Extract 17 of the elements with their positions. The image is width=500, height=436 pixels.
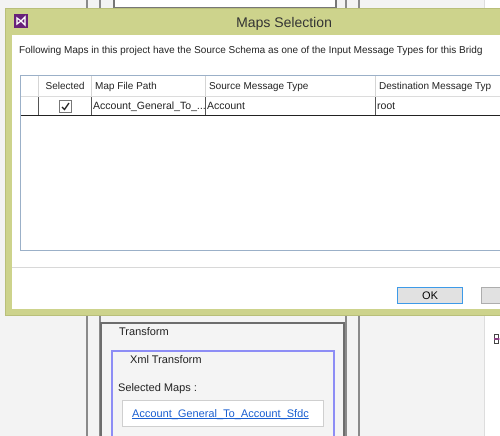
stage-title: Transform (119, 326, 169, 338)
column-header[interactable]: Source Message Type (206, 76, 376, 96)
table-cell: Account (206, 97, 376, 115)
message-text: Following Maps in this project have the Source Schema as one of the Input Message Types for this Bridg (19, 45, 482, 56)
checkbox[interactable] (59, 100, 72, 112)
step-title: Xml Transform (130, 354, 202, 366)
column-header[interactable]: Selected (39, 76, 92, 96)
column-header[interactable]: Map File Path (92, 76, 206, 96)
selected-maps-label: Selected Maps : (118, 382, 197, 394)
table-cell: Account_General_To_... (92, 97, 206, 115)
ok-button[interactable]: OK (397, 287, 463, 304)
window-title: Maps Selection (236, 14, 332, 30)
map-link[interactable]: Account_General_To_Account_Sfdc (132, 408, 309, 420)
table-cell: root (376, 97, 500, 115)
app-logo-icon (14, 14, 28, 28)
tree-icon (494, 334, 500, 344)
column-header[interactable]: Destination Message Typ (376, 76, 500, 96)
